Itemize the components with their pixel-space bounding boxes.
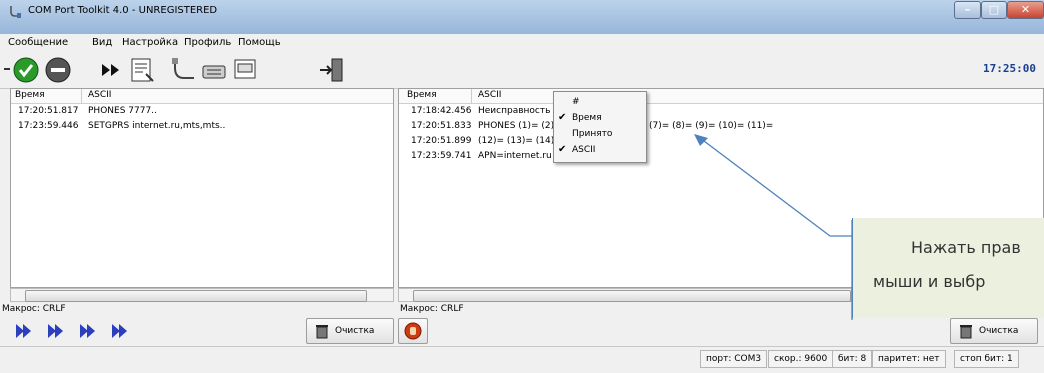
instruction-callout: Нажать прав мыши и выбр — [852, 218, 1044, 318]
status-bar: порт: COM3 скор.: 9600 бит: 8 паритет: н… — [0, 346, 1044, 373]
title-bar: COM Port Toolkit 4.0 - UNREGISTERED – □ … — [0, 0, 1044, 34]
trash-icon — [316, 325, 328, 339]
ctx-item-ascii[interactable]: ✔ ASCII — [554, 143, 646, 157]
column-time[interactable]: Время — [15, 90, 45, 100]
callout-text-line2: мыши и выбр — [873, 272, 986, 291]
scrollbar-thumb[interactable] — [25, 290, 367, 302]
menu-profile[interactable]: Профиль — [184, 37, 231, 48]
callout-arrow — [694, 134, 853, 320]
column-header: Время ASCII — [11, 89, 393, 104]
menu-bar: Сообщение Вид Настройка Профиль Помощь — [0, 34, 1044, 53]
column-time[interactable]: Время — [407, 90, 437, 100]
column-context-menu: # ✔ Время Принято ✔ ASCII — [553, 91, 647, 163]
stop-button[interactable] — [398, 318, 428, 344]
column-ascii[interactable]: ASCII — [478, 90, 501, 100]
window-title: COM Port Toolkit 4.0 - UNREGISTERED — [28, 5, 218, 16]
menu-settings[interactable]: Настройка — [122, 37, 178, 48]
ctx-item-number[interactable]: # — [554, 95, 646, 109]
clock-display: 17:25:00 — [983, 62, 1036, 75]
status-bits: бит: 8 — [832, 350, 873, 368]
menu-help[interactable]: Помощь — [238, 37, 281, 48]
column-header: Время ASCII — [399, 89, 1043, 104]
callout-text-line1: Нажать прав — [911, 238, 1021, 257]
app-icon — [10, 6, 21, 18]
sent-log-panel[interactable]: Время ASCII 17:20:51.817 PHONES 7777.. 1… — [10, 88, 394, 288]
cable-icon[interactable] — [170, 56, 198, 84]
macro-label: Макрос: CRLF — [2, 304, 66, 314]
connect-icon[interactable] — [12, 56, 40, 84]
log-row[interactable]: 17:18:42.456 Неисправность з — [399, 104, 1043, 118]
ctx-item-received[interactable]: Принято — [554, 127, 646, 141]
dropdown-arrow-icon[interactable] — [2, 56, 12, 84]
status-port: порт: COM3 — [700, 350, 768, 368]
horizontal-scrollbar[interactable] — [10, 288, 394, 302]
macro-label: Макрос: CRLF — [400, 304, 464, 314]
ctx-item-time[interactable]: ✔ Время — [554, 111, 646, 125]
close-button[interactable]: ✕ — [1007, 1, 1044, 19]
maximize-button[interactable]: □ — [981, 1, 1007, 19]
clear-received-button[interactable]: Очистка — [950, 318, 1038, 344]
macro-buttons[interactable] — [14, 320, 144, 342]
menu-message[interactable]: Сообщение — [8, 37, 68, 48]
stop-hand-icon — [404, 322, 422, 340]
check-icon: ✔ — [558, 144, 567, 155]
log-file-icon[interactable] — [128, 56, 156, 84]
clear-sent-button[interactable]: Очистка — [306, 318, 394, 344]
fast-forward-icon[interactable] — [100, 56, 124, 84]
log-row[interactable]: 17:23:59.446 SETGPRS internet.ru,mts,mts… — [11, 119, 393, 133]
trash-icon — [960, 325, 972, 339]
modem-icon[interactable] — [200, 56, 228, 84]
status-parity: паритет: нет — [872, 350, 946, 368]
log-row[interactable]: 17:20:51.817 PHONES 7777.. — [11, 104, 393, 118]
check-icon: ✔ — [558, 112, 567, 123]
terminal-icon[interactable] — [232, 56, 258, 84]
menu-view[interactable]: Вид — [92, 37, 112, 48]
column-ascii[interactable]: ASCII — [88, 90, 111, 100]
status-stopbits: стоп бит: 1 — [954, 350, 1019, 368]
status-speed: скор.: 9600 — [768, 350, 834, 368]
minimize-button[interactable]: – — [954, 1, 981, 19]
exit-icon[interactable] — [318, 56, 346, 84]
toolbar: 17:25:00 — [0, 52, 1044, 89]
disconnect-icon[interactable] — [44, 56, 72, 84]
